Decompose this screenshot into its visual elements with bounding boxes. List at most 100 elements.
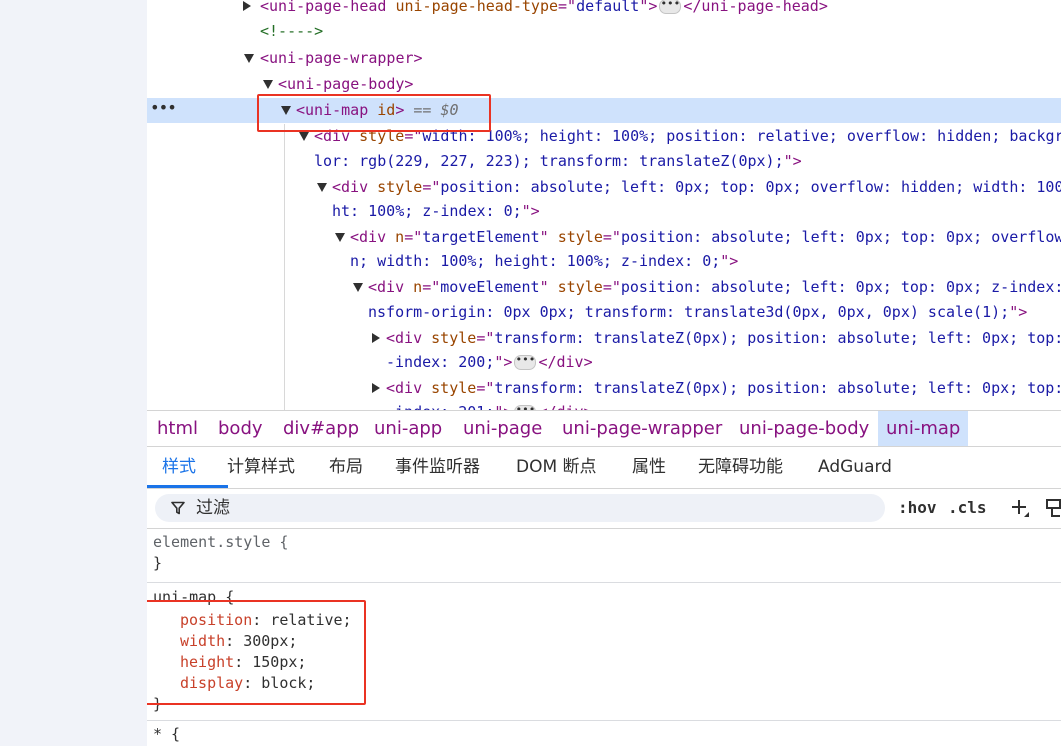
hov-toggle[interactable]: :hov xyxy=(898,498,937,518)
collapsed-children-icon[interactable]: ••• xyxy=(659,0,682,14)
filter-input[interactable]: 过滤 xyxy=(155,494,885,522)
dom-node-div4a[interactable]: <div n="moveElement" style="position: ab… xyxy=(147,275,1061,300)
dom-node-text: lor: rgb(229, 227, 223); transform: tran… xyxy=(314,149,802,174)
element-style-selector[interactable]: element.style { xyxy=(153,532,288,553)
token-tag: =" xyxy=(422,178,441,196)
dom-node-div6a[interactable]: <div style="transform: translateZ(0px); … xyxy=(147,376,1061,401)
token-tag: <div xyxy=(332,178,378,196)
token-val: width: 100%; height: 100%; position: rel… xyxy=(422,127,1061,145)
dom-node-div3a[interactable]: <div n="targetElement" style="position: … xyxy=(147,225,1061,250)
new-style-rule-icon[interactable] xyxy=(1010,498,1030,518)
dom-node-div3b[interactable]: n; width: 100%; height: 100%; z-index: 0… xyxy=(147,249,1061,274)
token-attr: n xyxy=(395,228,405,246)
breadcrumb-uni-page[interactable]: uni-page xyxy=(459,411,546,446)
breadcrumb-uni-page-wrapper[interactable]: uni-page-wrapper xyxy=(558,411,726,446)
token-tag: =" xyxy=(422,278,441,296)
breadcrumb-uni-page-body[interactable]: uni-page-body xyxy=(735,411,873,446)
dom-node-text: <div style="transform: translateZ(0px); … xyxy=(386,376,1061,401)
dom-node-div1b[interactable]: lor: rgb(229, 227, 223); transform: tran… xyxy=(147,149,1061,174)
token-val: lor: rgb(229, 227, 223); transform: tran… xyxy=(314,152,784,170)
dom-node-div5b[interactable]: -index: 200;"> ••• </div> xyxy=(147,350,1061,375)
token-tag: <uni-page-head xyxy=(260,0,396,15)
dom-node-text: <div n="moveElement" style="position: ab… xyxy=(368,275,1061,300)
collapse-triangle-icon[interactable] xyxy=(335,233,345,242)
tab-dom-breakpoints[interactable]: DOM 断点 xyxy=(516,447,597,487)
elements-dom-tree[interactable]: ••• <uni-page-head uni-page-head-type="d… xyxy=(147,0,1061,410)
universal-selector[interactable]: * { xyxy=(153,724,180,745)
token-attr: style xyxy=(377,178,423,196)
dom-node-div5a[interactable]: <div style="transform: translateZ(0px); … xyxy=(147,326,1061,351)
tab-styles[interactable]: 样式 xyxy=(162,447,196,487)
collapse-triangle-icon[interactable] xyxy=(263,80,273,89)
tab-accessibility[interactable]: 无障碍功能 xyxy=(698,447,783,487)
dom-node-text: <div style="position: absolute; left: 0p… xyxy=(332,175,1061,200)
token-val: position: absolute; left: 0px; top: 0px;… xyxy=(620,278,1061,296)
token-val: transform: translateZ(0px); position: ab… xyxy=(494,329,1061,347)
dom-node-text: <div style="transform: translateZ(0px); … xyxy=(386,326,1061,351)
dom-node-head[interactable]: <uni-page-head uni-page-head-type="defau… xyxy=(147,0,1061,19)
breadcrumb-uni-map[interactable]: uni-map xyxy=(878,411,969,446)
dom-node-div2a[interactable]: <div style="position: absolute; left: 0p… xyxy=(147,175,1061,200)
breadcrumb-div-app[interactable]: div#app xyxy=(279,411,363,446)
expand-triangle-icon[interactable] xyxy=(372,333,380,343)
breadcrumb-body[interactable]: body xyxy=(214,411,267,446)
token-val: -index: 201; xyxy=(386,403,494,410)
element-breadcrumb: html body div#app uni-app uni-page uni-p… xyxy=(147,410,1061,447)
collapse-triangle-icon[interactable] xyxy=(244,54,254,63)
dom-node-div4b[interactable]: nsform-origin: 0px 0px; transform: trans… xyxy=(147,300,1061,325)
token-attr: uni-page-head-type xyxy=(395,0,559,15)
dom-node-comment[interactable]: <!----> xyxy=(147,19,1061,44)
tab-layout[interactable]: 布局 xyxy=(329,447,363,487)
collapse-triangle-icon[interactable] xyxy=(299,132,309,141)
styles-tabs: 样式 计算样式 布局 事件监听器 DOM 断点 属性 无障碍功能 AdGuard xyxy=(147,447,1061,489)
token-tag: <div xyxy=(350,228,396,246)
token-tag: <uni-page-body> xyxy=(278,75,414,93)
token-tag: "> xyxy=(494,403,512,410)
token-val: default xyxy=(576,0,640,15)
token-val: -index: 200; xyxy=(386,353,495,371)
dom-node-text: n; width: 100%; height: 100%; z-index: 0… xyxy=(350,249,738,274)
token-val: position: absolute; left: 0px; top: 0px;… xyxy=(620,228,1061,246)
annotation-highlight-map-node xyxy=(257,94,491,132)
dom-node-wrapper[interactable]: <uni-page-wrapper> xyxy=(147,46,1061,71)
dom-node-text: nsform-origin: 0px 0px; transform: trans… xyxy=(368,300,1027,325)
token-attr: style xyxy=(431,329,477,347)
rule-divider xyxy=(147,582,1061,583)
token-tag: "> xyxy=(720,252,739,270)
annotation-highlight-declarations xyxy=(147,600,366,705)
collapsed-children-icon[interactable]: ••• xyxy=(514,354,537,370)
token-val: transform: translateZ(0px); position: ab… xyxy=(494,379,1061,397)
token-attr: style xyxy=(557,228,603,246)
dom-node-text: ht: 100%; z-index: 0;"> xyxy=(332,199,540,224)
token-val: nsform-origin: 0px 0px; transform: trans… xyxy=(368,303,1010,321)
token-tag: =" xyxy=(558,0,577,15)
tab-properties[interactable]: 属性 xyxy=(632,447,666,487)
element-style-close: } xyxy=(153,554,163,572)
breadcrumb-html[interactable]: html xyxy=(153,411,202,446)
breadcrumb-uni-app[interactable]: uni-app xyxy=(370,411,446,446)
token-tag: "> xyxy=(1009,303,1028,321)
expand-triangle-icon[interactable] xyxy=(372,383,380,393)
token-tag: "> xyxy=(494,353,513,371)
tab-event-listeners[interactable]: 事件监听器 xyxy=(395,447,480,487)
collapse-triangle-icon[interactable] xyxy=(317,183,327,192)
token-tag: </uni-page-head> xyxy=(683,0,828,15)
expand-triangle-icon[interactable] xyxy=(243,1,251,11)
styles-toolbar: 过滤 :hov .cls xyxy=(147,489,1061,529)
active-tab-indicator xyxy=(147,485,228,488)
token-tag: <div xyxy=(386,329,432,347)
token-tag: =" xyxy=(602,228,621,246)
token-tag: =" xyxy=(404,228,423,246)
dom-node-div2b[interactable]: ht: 100%; z-index: 0;"> xyxy=(147,199,1061,224)
token-tag: </div> xyxy=(538,403,592,410)
computed-sidebar-icon[interactable] xyxy=(1045,497,1061,519)
cls-toggle[interactable]: .cls xyxy=(948,498,987,518)
dom-node-div6b[interactable]: -index: 201;">•••</div> xyxy=(147,400,1061,410)
page-left-margin xyxy=(0,0,147,746)
tab-computed[interactable]: 计算样式 xyxy=(227,447,295,487)
dom-node-text: -index: 200;"> ••• </div> xyxy=(386,350,593,375)
tab-adguard[interactable]: AdGuard xyxy=(818,447,892,487)
collapse-triangle-icon[interactable] xyxy=(353,283,363,292)
dom-node-text: <div n="targetElement" style="position: … xyxy=(350,225,1061,250)
token-attr: n xyxy=(413,278,423,296)
